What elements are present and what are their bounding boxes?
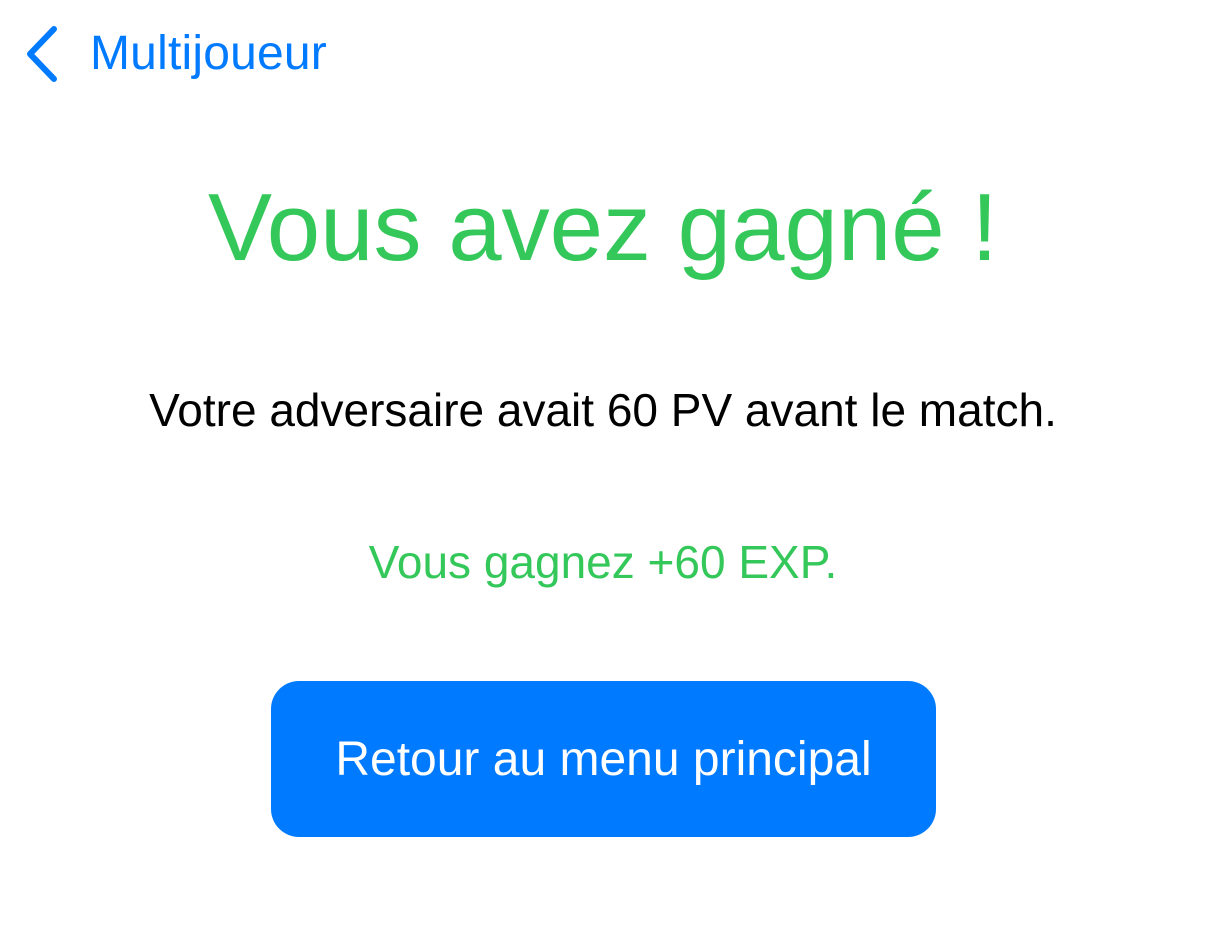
result-title: Vous avez gagné ! xyxy=(208,174,998,281)
game-result-screen: Multijoueur Vous avez gagné ! Votre adve… xyxy=(0,0,1206,933)
opponent-info-text: Votre adversaire avait 60 PV avant le ma… xyxy=(149,384,1057,436)
exp-gain-text: Vous gagnez +60 EXP. xyxy=(368,536,838,588)
back-button[interactable]: Multijoueur xyxy=(20,22,327,86)
chevron-left-icon xyxy=(20,22,68,86)
back-button-label: Multijoueur xyxy=(90,27,327,80)
main-menu-button[interactable]: Retour au menu principal xyxy=(271,681,936,837)
